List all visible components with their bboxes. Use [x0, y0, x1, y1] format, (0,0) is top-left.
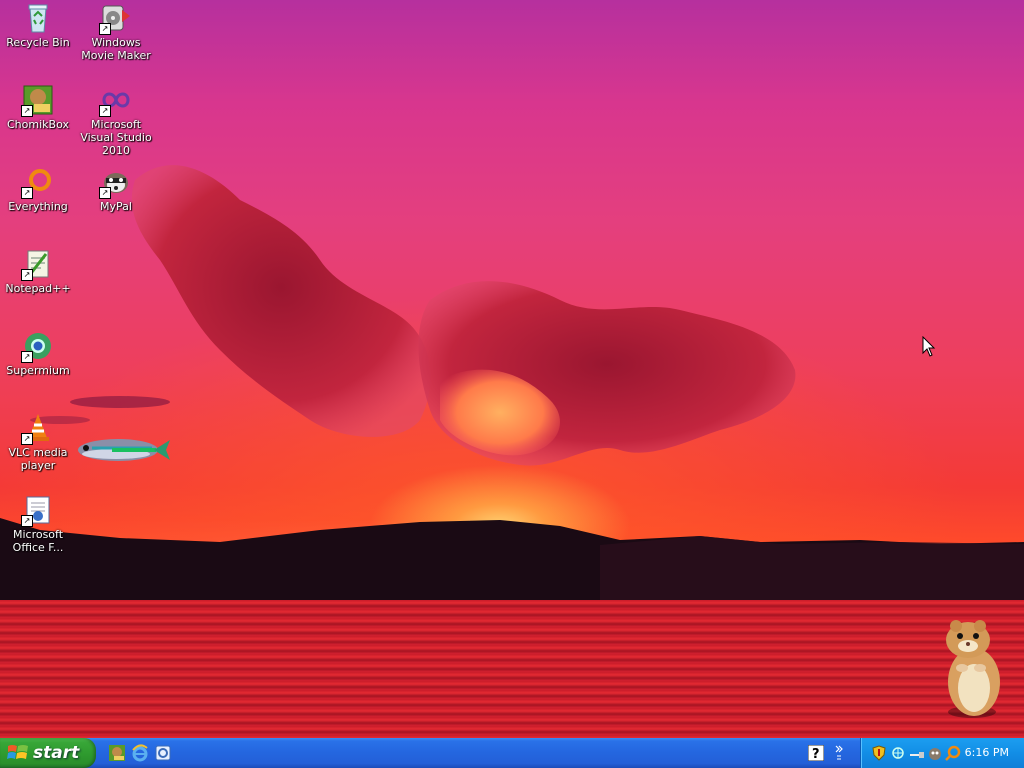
start-label: start	[33, 743, 80, 763]
clock[interactable]: 6:16 PM	[965, 746, 1009, 759]
mypal-browser-icon: ↗	[99, 166, 132, 199]
notepad-plus-plus-icon: ↗	[21, 248, 54, 281]
shortcut-arrow-icon: ↗	[21, 105, 33, 117]
search-icon[interactable]	[945, 745, 961, 761]
shortcut-arrow-icon: ↗	[21, 187, 33, 199]
chomikbox-icon: ↗	[21, 84, 54, 117]
outlook-express-icon[interactable]	[154, 744, 172, 762]
desktop-icon-recycle-bin[interactable]: Recycle Bin	[0, 2, 76, 49]
svg-text:?: ?	[812, 747, 820, 761]
pet-icon[interactable]	[927, 745, 943, 761]
shortcut-arrow-icon: ↗	[99, 187, 111, 199]
shortcut-arrow-icon: ↗	[99, 23, 111, 35]
security-shield-icon[interactable]	[871, 745, 887, 761]
recycle-bin-icon	[22, 2, 54, 34]
desktop-icon-label: Notepad++	[5, 282, 71, 295]
desktop-icon-label: Microsoft Visual Studio 2010	[80, 118, 152, 157]
desktop-icon-label: VLC media player	[8, 446, 68, 472]
desktop-icon-label: Windows Movie Maker	[81, 36, 151, 62]
network-icon[interactable]	[890, 745, 906, 761]
supermium-browser-icon: ↗	[21, 330, 54, 363]
desktop-icon-office-file[interactable]: ↗ Microsoft Office F...	[0, 494, 76, 554]
mountains	[0, 518, 1024, 605]
shortcut-arrow-icon: ↗	[21, 515, 33, 527]
desktop-icon-label: Supermium	[6, 364, 70, 377]
desktop-icon-everything[interactable]: ↗ Everything	[0, 166, 76, 213]
desktop-icon-visual-studio[interactable]: ↗ Microsoft Visual Studio 2010	[78, 84, 154, 157]
toolbar-chevron-icon[interactable]	[834, 744, 844, 762]
desktop-icon-mypal[interactable]: ↗ MyPal	[78, 166, 154, 213]
start-button[interactable]: start	[0, 738, 96, 768]
shortcut-arrow-icon: ↗	[21, 433, 33, 445]
system-tray: 6:16 PM	[860, 738, 1024, 768]
lake-water	[0, 600, 1024, 738]
everything-search-icon: ↗	[21, 166, 54, 199]
usb-icon[interactable]	[909, 745, 925, 761]
shortcut-arrow-icon: ↗	[99, 105, 111, 117]
shortcut-arrow-icon: ↗	[21, 269, 33, 281]
vlc-cone-icon: ↗	[21, 412, 54, 445]
desktop-hamster-pet[interactable]	[938, 616, 1010, 720]
desktop-icon-chomikbox[interactable]: ↗ ChomikBox	[0, 84, 76, 131]
desktop-icon-label: MyPal	[100, 200, 132, 213]
shortcut-arrow-icon: ↗	[21, 351, 33, 363]
desktop-icon-supermium[interactable]: ↗ Supermium	[0, 330, 76, 377]
windows-logo-icon	[7, 745, 28, 759]
desktop-icon-label: Recycle Bin	[6, 36, 70, 49]
mouse-pointer-icon	[922, 336, 936, 357]
help-icon[interactable]: ?	[808, 745, 824, 761]
internet-explorer-icon[interactable]	[131, 744, 149, 762]
desktop-icon-notepad-plus-plus[interactable]: ↗ Notepad++	[0, 248, 76, 295]
desktop-fish-pet[interactable]	[72, 430, 172, 470]
visual-studio-icon: ↗	[99, 84, 132, 117]
desktop-icon-vlc[interactable]: ↗ VLC media player	[0, 412, 76, 472]
desktop-icon-label: ChomikBox	[7, 118, 69, 131]
taskbar: start ? 6:16 PM	[0, 738, 1024, 768]
office-document-icon: ↗	[21, 494, 54, 527]
desktop-icon-label: Everything	[8, 200, 68, 213]
movie-maker-icon: ↗	[99, 2, 132, 35]
quicklaunch-chomikbox-icon[interactable]	[108, 744, 126, 762]
desktop-icon-movie-maker[interactable]: ↗ Windows Movie Maker	[78, 2, 154, 62]
desktop-icon-label: Microsoft Office F...	[12, 528, 64, 554]
